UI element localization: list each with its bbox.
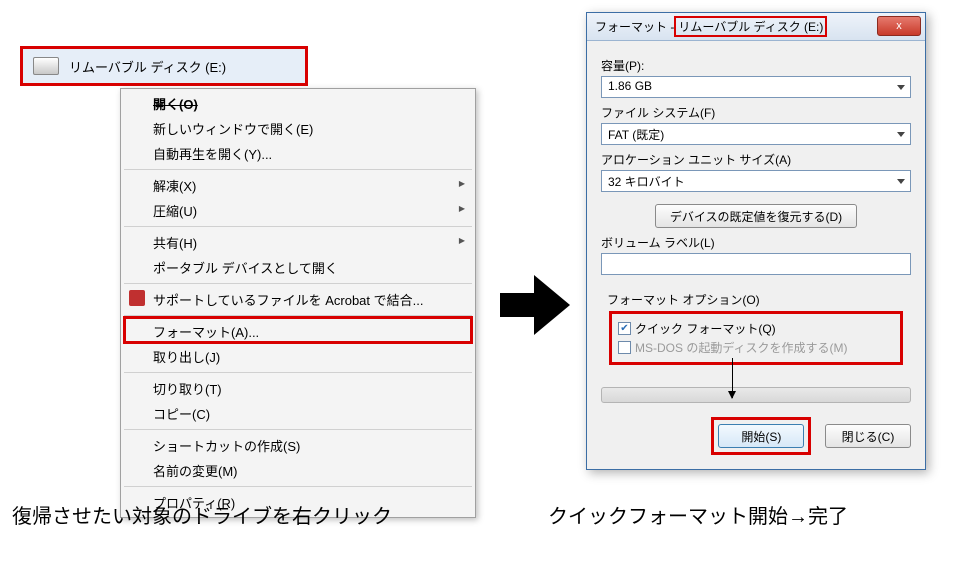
arrow-down-icon bbox=[732, 358, 733, 398]
menu-share[interactable]: 共有(H) bbox=[123, 230, 473, 255]
checkbox-unchecked-icon: ✔ bbox=[618, 341, 631, 354]
acrobat-icon bbox=[129, 290, 145, 306]
menu-cut[interactable]: 切り取り(T) bbox=[123, 376, 473, 401]
dialog-titlebar[interactable]: フォーマット - リムーバブル ディスク (E:) x bbox=[587, 13, 925, 41]
msdos-boot-checkbox: ✔ MS-DOS の起動ディスクを作成する(M) bbox=[618, 339, 894, 356]
capacity-label: 容量(P): bbox=[601, 57, 911, 74]
menu-separator bbox=[124, 315, 472, 316]
menu-separator bbox=[124, 169, 472, 170]
alloc-combo[interactable]: 32 キロバイト bbox=[601, 170, 911, 192]
menu-unfreeze[interactable]: 解凍(X) bbox=[123, 173, 473, 198]
alloc-label: アロケーション ユニット サイズ(A) bbox=[601, 151, 911, 168]
menu-open-new-window[interactable]: 新しいウィンドウで開く(E) bbox=[123, 116, 473, 141]
window-close-button[interactable]: x bbox=[877, 16, 921, 36]
checkbox-checked-icon: ✔ bbox=[618, 322, 631, 335]
msdos-boot-label: MS-DOS の起動ディスクを作成する(M) bbox=[635, 339, 847, 356]
restore-defaults-button[interactable]: デバイスの既定値を復元する(D) bbox=[655, 204, 857, 228]
highlight-quick-format: ✔ クイック フォーマット(Q) ✔ MS-DOS の起動ディスクを作成する(M… bbox=[609, 311, 903, 365]
capacity-combo[interactable]: 1.86 GB bbox=[601, 76, 911, 98]
highlight-start: 開始(S) bbox=[711, 417, 811, 455]
progress-bar bbox=[601, 387, 911, 403]
caption-right: クイックフォーマット開始→完了 bbox=[548, 500, 848, 529]
menu-separator bbox=[124, 226, 472, 227]
menu-create-shortcut[interactable]: ショートカットの作成(S) bbox=[123, 433, 473, 458]
menu-acrobat-label: サポートしているファイルを Acrobat で結合... bbox=[153, 293, 423, 308]
menu-separator bbox=[124, 486, 472, 487]
menu-rename[interactable]: 名前の変更(M) bbox=[123, 458, 473, 483]
menu-separator bbox=[124, 283, 472, 284]
arrow-right-icon bbox=[500, 275, 570, 335]
dialog-title-prefix: フォーマット - bbox=[595, 18, 674, 35]
dialog-title-drive: リムーバブル ディスク (E:) bbox=[674, 16, 827, 37]
removable-disk-icon bbox=[33, 57, 59, 75]
drive-entry[interactable]: リムーバブル ディスク (E:) bbox=[20, 46, 308, 86]
format-dialog: フォーマット - リムーバブル ディスク (E:) x 容量(P): 1.86 … bbox=[586, 12, 926, 470]
menu-open[interactable]: 開く(O) bbox=[123, 91, 473, 116]
menu-autoplay[interactable]: 自動再生を開く(Y)... bbox=[123, 141, 473, 166]
quick-format-checkbox[interactable]: ✔ クイック フォーマット(Q) bbox=[618, 320, 894, 337]
filesystem-combo[interactable]: FAT (既定) bbox=[601, 123, 911, 145]
caption-left: 復帰させたい対象のドライブを右クリック bbox=[12, 500, 392, 529]
volume-label-label: ボリューム ラベル(L) bbox=[601, 234, 911, 251]
filesystem-label: ファイル システム(F) bbox=[601, 104, 911, 121]
menu-separator bbox=[124, 429, 472, 430]
menu-format[interactable]: フォーマット(A)... bbox=[123, 319, 473, 344]
menu-copy[interactable]: コピー(C) bbox=[123, 401, 473, 426]
menu-compress[interactable]: 圧縮(U) bbox=[123, 198, 473, 223]
quick-format-label: クイック フォーマット(Q) bbox=[635, 320, 776, 337]
drive-label: リムーバブル ディスク (E:) bbox=[69, 57, 226, 76]
format-options-label: フォーマット オプション(O) bbox=[607, 291, 903, 308]
menu-eject[interactable]: 取り出し(J) bbox=[123, 344, 473, 369]
context-menu: 開く(O) 新しいウィンドウで開く(E) 自動再生を開く(Y)... 解凍(X)… bbox=[120, 88, 476, 518]
menu-acrobat-combine[interactable]: サポートしているファイルを Acrobat で結合... bbox=[123, 287, 473, 312]
menu-separator bbox=[124, 372, 472, 373]
start-button[interactable]: 開始(S) bbox=[718, 424, 804, 448]
volume-label-input[interactable] bbox=[601, 253, 911, 275]
menu-open-as-portable[interactable]: ポータブル デバイスとして開く bbox=[123, 255, 473, 280]
close-button[interactable]: 閉じる(C) bbox=[825, 424, 911, 448]
